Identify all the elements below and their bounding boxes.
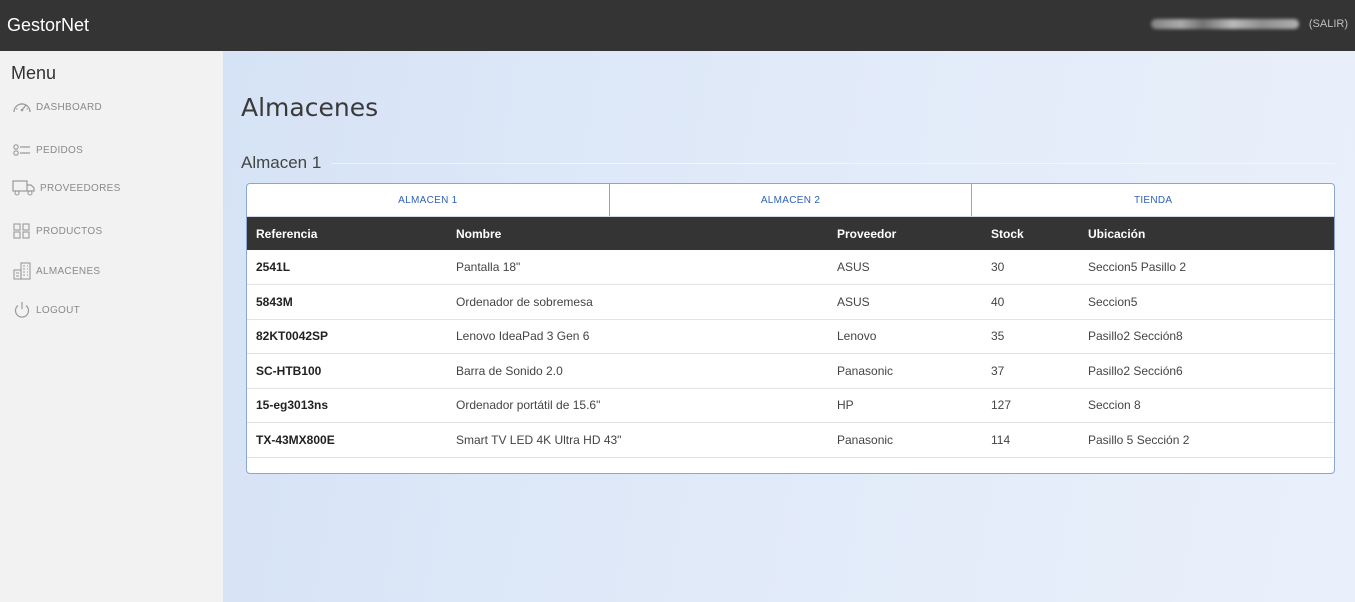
cell-nombre: Ordenador de sobremesa (456, 294, 593, 309)
sidebar-item-label: DASHBOARD (36, 101, 103, 113)
sidebar-item-proveedores[interactable]: PROVEEDORES (12, 177, 121, 199)
column-header-stock[interactable]: Stock (982, 217, 1079, 250)
sidebar-item-label: PROVEEDORES (40, 182, 121, 194)
cell-proveedor: HP (837, 398, 854, 413)
menu-title: Menu (11, 63, 57, 83)
cell-referencia: 2541L (256, 260, 291, 274)
app-title[interactable]: GestorNet (7, 15, 89, 36)
column-header-referencia[interactable]: Referencia (247, 217, 447, 250)
sidebar-item-label: PRODUCTOS (36, 225, 103, 237)
top-bar: GestorNet (SALIR) (0, 0, 1355, 51)
cell-nombre: Barra de Sonido 2.0 (456, 363, 563, 378)
building-icon (12, 261, 32, 281)
table-row[interactable]: 5843M Ordenador de sobremesa ASUS 40 Sec… (247, 285, 1334, 319)
logout-link[interactable]: (SALIR) (1309, 18, 1348, 30)
cell-proveedor: Panasonic (837, 363, 894, 378)
column-header-proveedor[interactable]: Proveedor (828, 217, 982, 250)
column-header-ubicacion[interactable]: Ubicación (1079, 217, 1334, 250)
cell-referencia: SC-HTB100 (256, 363, 322, 378)
sidebar-item-label: LOGOUT (36, 304, 81, 316)
user-area: (SALIR) (1150, 18, 1348, 30)
cell-proveedor: Panasonic (837, 432, 894, 447)
cell-ubicacion: Seccion5 Pasillo 2 (1088, 260, 1187, 274)
cell-stock: 114 (991, 432, 1011, 447)
grid-icon (12, 222, 32, 240)
sidebar-item-dashboard[interactable]: DASHBOARD (12, 96, 102, 118)
cell-nombre: Smart TV LED 4K Ultra HD 43" (456, 432, 622, 447)
cell-ubicacion: Pasillo2 Sección8 (1088, 329, 1183, 344)
table-row[interactable]: 15-eg3013ns Ordenador portátil de 15.6" … (247, 388, 1334, 423)
section-title: Almacen 1 (241, 153, 322, 172)
cell-stock: 37 (991, 363, 1005, 378)
cell-referencia: TX-43MX800E (256, 432, 335, 447)
tab-almacen-1[interactable]: ALMACEN 1 (247, 184, 610, 216)
cell-nombre: Lenovo IdeaPad 3 Gen 6 (456, 329, 590, 344)
stock-table: Referencia Nombre Proveedor Stock Ubicac… (247, 217, 1334, 458)
cell-ubicacion: Pasillo 5 Sección 2 (1088, 432, 1190, 447)
sidebar-item-productos[interactable]: PRODUCTOS (12, 220, 102, 242)
section-divider (331, 163, 1335, 164)
cell-stock: 35 (991, 329, 1005, 344)
cell-ubicacion: Pasillo2 Sección6 (1088, 363, 1183, 378)
warehouse-tabs: ALMACEN 1 ALMACEN 2 TIENDA (247, 184, 1334, 217)
cell-proveedor: ASUS (837, 294, 870, 309)
column-header-nombre[interactable]: Nombre (447, 217, 828, 250)
sidebar: Menu DASHBOARD PEDIDOS PROVEEDORES PRODU… (0, 51, 223, 602)
cell-nombre: Ordenador portátil de 15.6" (456, 398, 601, 413)
cell-stock: 30 (991, 260, 1005, 274)
sidebar-item-pedidos[interactable]: PEDIDOS (12, 139, 83, 161)
user-name-blurred (1150, 19, 1299, 29)
cell-ubicacion: Seccion5 (1088, 294, 1138, 309)
tab-almacen-2[interactable]: ALMACEN 2 (610, 184, 973, 216)
truck-icon (12, 179, 36, 197)
cell-nombre: Pantalla 18" (456, 260, 521, 274)
sidebar-item-label: PEDIDOS (36, 144, 84, 156)
cell-referencia: 15-eg3013ns (256, 398, 329, 413)
cell-referencia: 5843M (256, 294, 293, 309)
table-row[interactable]: SC-HTB100 Barra de Sonido 2.0 Panasonic … (247, 354, 1334, 388)
power-icon (12, 300, 32, 320)
cell-ubicacion: Seccion 8 (1088, 398, 1141, 413)
sidebar-item-almacenes[interactable]: ALMACENES (12, 260, 100, 282)
cell-referencia: 82KT0042SP (256, 329, 329, 344)
table-row[interactable]: 2541L Pantalla 18" ASUS 30 Seccion5 Pasi… (247, 250, 1334, 285)
checklist-icon (12, 142, 32, 158)
cell-stock: 40 (991, 294, 1005, 309)
tab-tienda[interactable]: TIENDA (972, 184, 1334, 216)
sidebar-item-label: ALMACENES (36, 265, 101, 277)
table-header-row: Referencia Nombre Proveedor Stock Ubicac… (247, 217, 1334, 250)
table-row[interactable]: TX-43MX800E Smart TV LED 4K Ultra HD 43"… (247, 423, 1334, 457)
sidebar-item-logout[interactable]: LOGOUT (12, 299, 80, 321)
cell-proveedor: Lenovo (837, 329, 877, 344)
table-row[interactable]: 82KT0042SP Lenovo IdeaPad 3 Gen 6 Lenovo… (247, 319, 1334, 354)
cell-stock: 127 (991, 398, 1012, 413)
main-content: Almacenes Almacen 1 ALMACEN 1 ALMACEN 2 … (223, 51, 1355, 602)
warehouse-card: ALMACEN 1 ALMACEN 2 TIENDA Referencia No… (246, 183, 1335, 474)
dashboard-icon (12, 99, 32, 115)
cell-proveedor: ASUS (837, 260, 870, 274)
page-title: Almacenes (241, 93, 379, 122)
